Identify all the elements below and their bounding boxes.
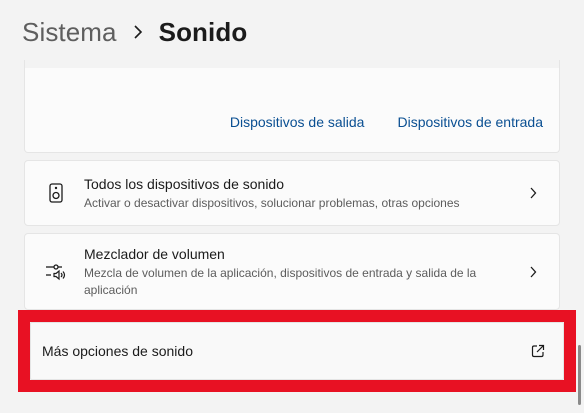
sound-settings-page: Sistema Sonido Dispositivos de salida Di…: [0, 0, 584, 413]
breadcrumb: Sistema Sonido: [22, 12, 247, 52]
breadcrumb-system[interactable]: Sistema: [22, 17, 117, 48]
open-external-icon: [530, 343, 546, 359]
input-devices-link[interactable]: Dispositivos de entrada: [397, 114, 543, 130]
scrollbar[interactable]: [578, 345, 581, 405]
sound-devices-card: Dispositivos de salida Dispositivos de e…: [24, 60, 560, 153]
row-title: Todos los dispositivos de sonido: [84, 175, 285, 192]
highlight-box: Más opciones de sonido: [18, 310, 576, 392]
more-sound-options-label: Más opciones de sonido: [42, 343, 193, 359]
chevron-right-icon: [117, 12, 159, 52]
volume-mixer-row[interactable]: Mezclador de volumen Mezcla de volumen d…: [24, 233, 560, 310]
row-subtitle: Mezcla de volumen de la aplicación, disp…: [84, 265, 477, 297]
row-text: Todos los dispositivos de sonido Activar…: [84, 175, 525, 212]
row-subtitle: Activar o desactivar dispositivos, soluc…: [84, 195, 460, 210]
volume-mixer-icon: [44, 260, 68, 284]
row-title: Mezclador de volumen: [84, 245, 225, 262]
chevron-right-icon: [525, 264, 541, 280]
speaker-icon: [44, 181, 68, 205]
more-sound-options-row[interactable]: Más opciones de sonido: [30, 322, 564, 380]
row-text: Mezclador de volumen Mezcla de volumen d…: [84, 245, 525, 299]
all-sound-devices-row[interactable]: Todos los dispositivos de sonido Activar…: [24, 160, 560, 226]
page-title: Sonido: [158, 16, 248, 47]
output-devices-link[interactable]: Dispositivos de salida: [230, 114, 365, 130]
card-top-fade: [25, 60, 559, 68]
device-links: Dispositivos de salida Dispositivos de e…: [230, 114, 543, 130]
chevron-right-icon: [525, 185, 541, 201]
